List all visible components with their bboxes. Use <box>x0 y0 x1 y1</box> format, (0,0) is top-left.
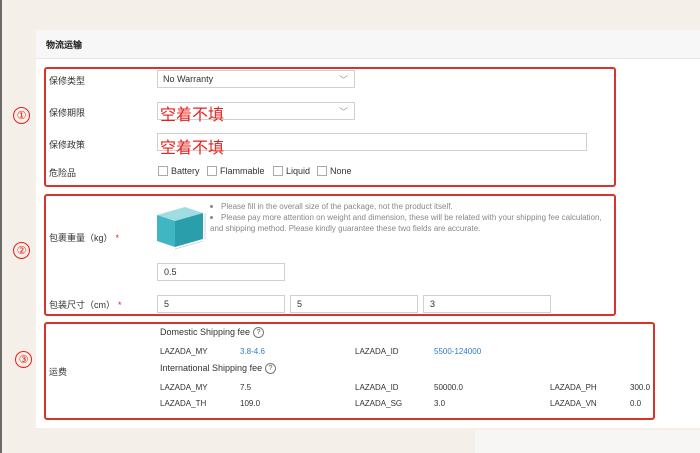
annotation-number-1: ① <box>13 107 30 124</box>
annotation-box-3 <box>44 322 655 420</box>
annotation-number-3: ③ <box>15 351 32 368</box>
left-edge-strip <box>0 0 2 453</box>
bottom-right-fade <box>475 430 700 453</box>
annotation-number-2: ② <box>13 242 30 259</box>
annotation-box-2 <box>44 194 616 316</box>
panel-header: 物流运输 <box>36 30 700 59</box>
annotation-box-1 <box>44 67 616 187</box>
panel-title: 物流运输 <box>46 40 83 50</box>
